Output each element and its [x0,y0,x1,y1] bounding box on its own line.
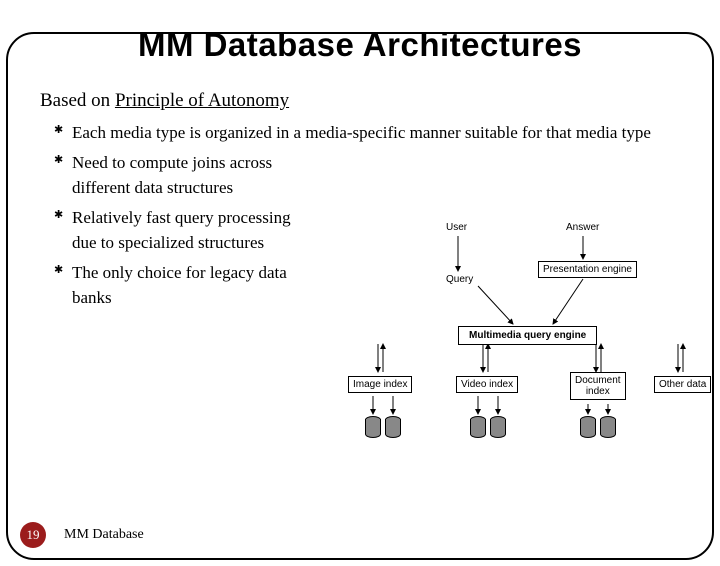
diagram-document-index: Document index [570,372,626,400]
cylinder-icon [490,416,506,438]
slide-title: MM Database Architectures [0,26,720,64]
subtitle-prefix: Based on [40,90,115,111]
footer-label: MM Database [64,527,144,543]
bullet-item: Each media type is organized in a media-… [54,120,674,146]
slide-footer: 19 MM Database [20,522,144,548]
diagram-document-index-l1: Document [575,375,621,386]
diagram-query-label: Query [446,274,473,285]
page-number: 19 [20,522,46,548]
diagram-presentation-engine: Presentation engine [538,261,637,278]
cylinder-icon [385,416,401,438]
diagram-document-index-l2: index [586,386,610,397]
bullet-item: Need to compute joins across different d… [54,150,314,201]
diagram-other-data: Other data [654,376,711,393]
cylinder-icon [580,416,596,438]
cylinder-icon [600,416,616,438]
cylinder-icon [365,416,381,438]
bullet-item: Relatively fast query processing due to … [54,205,314,256]
diagram-mm-query-engine: Multimedia query engine [458,326,597,345]
subtitle-underlined: Principle of Autonomy [115,90,289,111]
diagram-image-index: Image index [348,376,412,393]
architecture-diagram: User Answer Presentation engine Query Mu… [328,216,704,456]
cylinder-icon [470,416,486,438]
bullet-item: The only choice for legacy data banks [54,260,314,311]
diagram-answer-label: Answer [566,222,599,233]
diagram-user-label: User [446,222,467,233]
slide-subtitle: Based on Principle of Autonomy [40,90,720,112]
diagram-video-index: Video index [456,376,518,393]
